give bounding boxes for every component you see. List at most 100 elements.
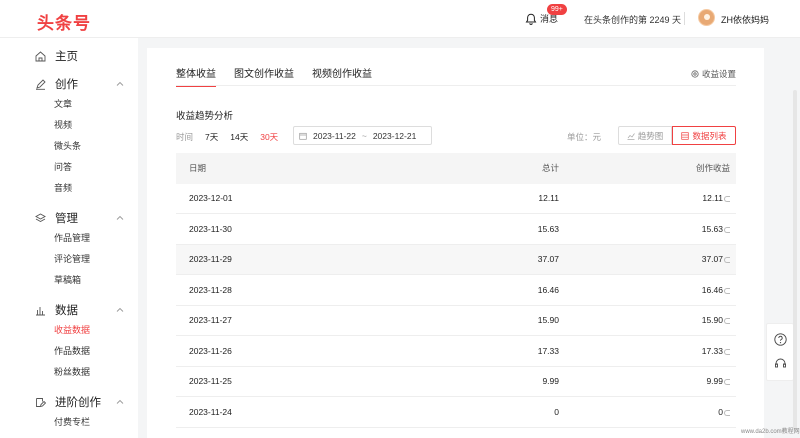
table-header-row: 日期 总计 创作收益	[176, 153, 736, 184]
table-row: 2023-11-25 9.99 9.99	[176, 367, 736, 397]
sidebar-item-works-manage[interactable]: 作品管理	[0, 228, 138, 249]
cell-date: 2023-12-01	[189, 193, 233, 204]
sidebar-item-qa[interactable]: 问答	[0, 157, 138, 178]
trend-chart-label: 趋势图	[637, 130, 664, 141]
time-filter-label: 时间	[176, 132, 194, 142]
watermark: www.da2b.com教程网	[741, 429, 800, 435]
sidebar-item-micro-post[interactable]: 微头条	[0, 136, 138, 157]
headset-icon[interactable]	[774, 357, 787, 370]
earnings-settings-link[interactable]: 收益设置	[691, 68, 736, 80]
table-icon	[681, 131, 690, 140]
time-option-30d[interactable]: 30天	[260, 131, 278, 143]
sidebar-item-home[interactable]: 主页	[0, 46, 138, 66]
top-bar: 头条号 消息 99+ 在头条创作的第 2249 天 ZH依依妈妈	[0, 0, 800, 38]
end-date: 2023-12-21	[372, 130, 417, 141]
cell-date: 2023-11-30	[189, 223, 232, 234]
sidebar-item-comments-manage[interactable]: 评论管理	[0, 249, 138, 270]
cell-creation-earnings: 15.90	[702, 315, 730, 325]
cell-creation-earnings-value: 37.07	[701, 254, 723, 265]
start-date: 2023-11-22	[313, 130, 356, 141]
tabs-divider	[176, 85, 736, 86]
date-range-separator: ~	[361, 130, 367, 141]
chevron-up-icon	[116, 81, 124, 86]
chevron-up-icon	[116, 399, 124, 404]
logo[interactable]: 头条号	[37, 9, 91, 34]
table-row: 2023-11-29 37.07 37.07	[176, 244, 736, 275]
sidebar-item-works-data[interactable]: 作品数据	[0, 341, 138, 362]
username[interactable]: ZH依依妈妈	[721, 13, 769, 26]
sidebar-section-data[interactable]: 数据	[0, 300, 138, 320]
cell-creation-earnings: 15.63	[702, 224, 730, 234]
tab-article-earnings[interactable]: 图文创作收益	[234, 65, 294, 87]
sidebar-item-paid-column[interactable]: 付费专栏	[0, 412, 138, 433]
time-filter: 时间 7天 14天 30天	[176, 131, 290, 143]
sidebar-item-audio[interactable]: 音频	[0, 178, 138, 199]
sidebar-advanced-title: 进阶创作	[55, 397, 101, 409]
cell-total: 15.63	[537, 223, 559, 234]
header-creation-earnings: 创作收益	[695, 163, 730, 174]
cell-creation-earnings: 16.46	[702, 285, 730, 295]
sidebar-item-fans-data[interactable]: 粉丝数据	[0, 362, 138, 383]
info-icon[interactable]	[724, 318, 730, 325]
pen-icon	[36, 78, 46, 90]
time-option-14d[interactable]: 14天	[230, 131, 248, 143]
cell-creation-earnings: 37.07	[702, 254, 730, 264]
cell-creation-earnings: 0	[718, 407, 730, 417]
avatar[interactable]	[698, 9, 715, 26]
info-icon[interactable]	[724, 196, 730, 203]
cell-creation-earnings-value: 0	[718, 406, 723, 417]
cell-total: 12.11	[538, 193, 559, 204]
line-chart-icon	[627, 132, 635, 140]
info-icon[interactable]	[724, 379, 730, 386]
data-list-label: 数据列表	[692, 130, 727, 141]
tab-overall-earnings[interactable]: 整体收益	[176, 65, 216, 87]
chevron-up-icon	[116, 215, 124, 220]
sidebar-item-earnings-data[interactable]: 收益数据	[0, 320, 138, 341]
info-icon[interactable]	[724, 409, 730, 416]
layers-icon	[35, 212, 46, 222]
header-divider	[684, 12, 685, 25]
sidebar-item-drafts[interactable]: 草稿箱	[0, 270, 138, 291]
sidebar-data-title: 数据	[55, 305, 78, 317]
trend-analysis-title: 收益趋势分析	[176, 111, 234, 122]
sidebar: 主页 创作 文章 视频 微头条 问答 音频 管理 作品管理 评论管理 草稿箱 数…	[0, 38, 138, 438]
cell-creation-earnings-value: 15.90	[701, 315, 723, 326]
sidebar-item-video[interactable]: 视频	[0, 115, 138, 136]
date-range-picker[interactable]: 2023-11-22 ~ 2023-12-21	[293, 126, 432, 145]
cell-date: 2023-11-28	[189, 284, 232, 295]
tab-video-earnings[interactable]: 视频创作收益	[312, 65, 372, 87]
cell-creation-earnings-value: 12.11	[702, 193, 723, 204]
info-icon[interactable]	[724, 257, 730, 264]
messages-badge: 99+	[547, 4, 567, 15]
trend-chart-button[interactable]: 趋势图	[618, 126, 672, 145]
table-row: 2023-11-26 17.33 17.33	[176, 336, 736, 367]
cell-creation-earnings: 17.33	[702, 346, 730, 356]
cell-date: 2023-11-29	[189, 254, 232, 265]
bell-icon	[525, 13, 537, 25]
sidebar-section-advanced[interactable]: 进阶创作	[0, 392, 138, 412]
info-icon[interactable]	[724, 348, 730, 355]
table-row: 2023-11-30 15.63 15.63	[176, 214, 736, 245]
bar-chart-icon	[36, 306, 45, 315]
time-option-7d[interactable]: 7天	[205, 131, 218, 143]
info-icon[interactable]	[724, 226, 730, 233]
sidebar-item-article[interactable]: 文章	[0, 94, 138, 115]
cell-total: 16.46	[537, 284, 559, 295]
cell-date: 2023-11-24	[189, 406, 232, 417]
sidebar-section-create[interactable]: 创作	[0, 74, 138, 94]
data-list-button[interactable]: 数据列表	[672, 126, 736, 145]
sidebar-section-manage[interactable]: 管理	[0, 208, 138, 228]
cell-creation-earnings-value: 17.33	[701, 345, 723, 356]
scrollbar[interactable]	[793, 90, 797, 430]
cell-creation-earnings-value: 15.63	[701, 223, 723, 234]
earnings-table: 日期 总计 创作收益 2023-12-01 12.11 12.11 2023-1…	[176, 153, 736, 428]
cell-total: 37.07	[537, 254, 559, 265]
floating-help-panel	[766, 323, 794, 381]
header-date: 日期	[189, 163, 207, 174]
info-icon[interactable]	[724, 287, 730, 294]
cell-total: 15.90	[537, 315, 559, 326]
help-icon[interactable]	[774, 333, 787, 346]
table-row: 2023-11-27 15.90 15.90	[176, 306, 736, 336]
earnings-settings-label: 收益设置	[701, 69, 736, 79]
cell-date: 2023-11-26	[189, 345, 232, 356]
